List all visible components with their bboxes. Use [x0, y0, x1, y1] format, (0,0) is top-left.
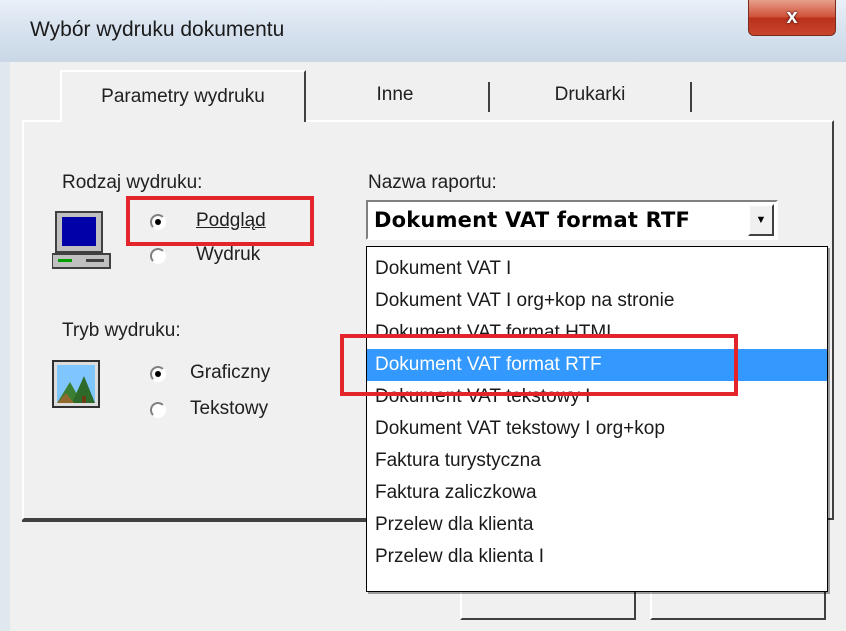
title-bar: Wybór wydruku dokumentu x: [0, 0, 846, 62]
list-item[interactable]: Przelew dla klienta I: [367, 541, 827, 573]
radio-tekstowy[interactable]: [150, 402, 166, 418]
ok-button[interactable]: [460, 590, 636, 620]
tab-drukarki[interactable]: Drukarki: [500, 72, 680, 118]
picture-icon: [52, 360, 102, 410]
radio-wydruk[interactable]: [150, 248, 166, 264]
radio-graficzny-label[interactable]: Graficzny: [190, 362, 270, 384]
close-button[interactable]: x: [748, 0, 836, 36]
tab-label: Parametry wydruku: [101, 86, 265, 107]
tab-separator: [690, 82, 692, 112]
list-item[interactable]: Faktura turystyczna: [367, 445, 827, 477]
tab-label: Drukarki: [554, 84, 626, 105]
report-combobox[interactable]: Dokument VAT format RTF ▼: [366, 200, 778, 240]
list-item[interactable]: Faktura zaliczkowa: [367, 477, 827, 509]
window-title: Wybór wydruku dokumentu: [30, 18, 285, 41]
radio-wydruk-label[interactable]: Wydruk: [196, 244, 260, 266]
tab-label: Inne: [376, 84, 414, 105]
list-item[interactable]: Dokument VAT I: [367, 253, 827, 285]
print-type-label: Rodzaj wydruku:: [62, 172, 203, 193]
dropdown-button[interactable]: ▼: [748, 204, 774, 236]
report-dropdown-list: Dokument VAT I Dokument VAT I org+kop na…: [366, 246, 828, 592]
tab-separator: [488, 82, 490, 112]
print-mode-label: Tryb wydruku:: [62, 320, 181, 341]
annotation-box-podglad: [126, 196, 314, 246]
report-combobox-value: Dokument VAT format RTF: [374, 208, 691, 232]
list-item[interactable]: Przelew dla klienta: [367, 509, 827, 541]
tab-inne[interactable]: Inne: [330, 72, 460, 118]
cancel-button[interactable]: [650, 590, 826, 620]
computer-icon: [51, 210, 122, 272]
list-item[interactable]: Dokument VAT tekstowy I org+kop: [367, 413, 827, 445]
chevron-down-icon: ▼: [755, 214, 767, 226]
report-name-label: Nazwa raportu:: [368, 172, 497, 193]
tab-parametry-wydruku[interactable]: Parametry wydruku: [60, 70, 306, 122]
list-item[interactable]: Dokument VAT I org+kop na stronie: [367, 285, 827, 317]
annotation-box-rtf: [340, 334, 738, 396]
radio-tekstowy-label[interactable]: Tekstowy: [190, 398, 268, 420]
radio-graficzny[interactable]: [150, 366, 166, 382]
close-icon: x: [786, 6, 798, 28]
divider: [22, 520, 367, 522]
